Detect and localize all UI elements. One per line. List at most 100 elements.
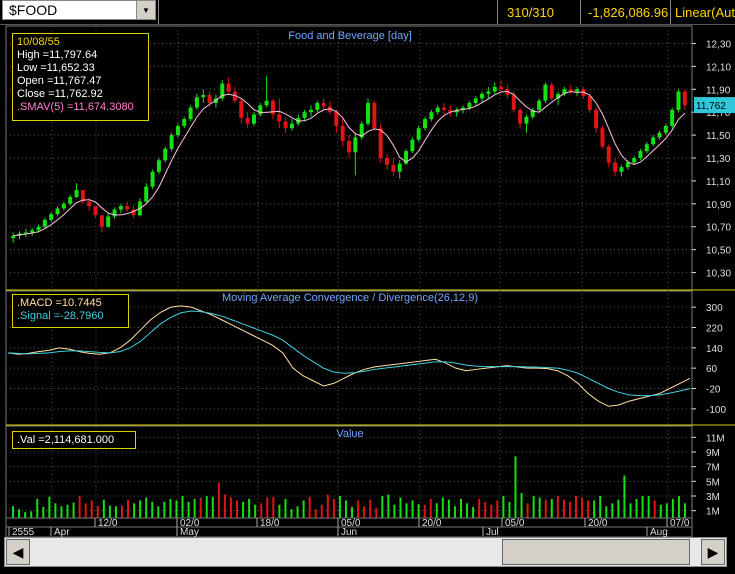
price-y-tick-label: 10,30 (706, 269, 731, 280)
horizontal-scrollbar[interactable]: ◀ ▶ (4, 537, 727, 567)
arrow-right-icon: ▶ (707, 543, 719, 560)
candle-body (467, 103, 472, 108)
value-y-tick-label: 11M (706, 433, 725, 444)
candle-body (423, 119, 428, 129)
candle-body (429, 112, 434, 120)
x-axis-label: 20/0 (422, 518, 442, 529)
candle-body (201, 95, 206, 98)
candle-body (182, 119, 187, 126)
candle-body (397, 163, 402, 172)
scrollbar-thumb[interactable] (502, 539, 690, 565)
candle-body (587, 96, 592, 110)
price-y-tick-label: 11,50 (706, 131, 731, 142)
x-axis-label: 18/0 (260, 518, 280, 529)
candle-body (524, 116, 529, 124)
candle-body (638, 151, 643, 158)
candle-body (42, 219, 47, 227)
candle-body (163, 148, 168, 161)
info-low: Low =11,652.33 (17, 62, 95, 74)
candle-body (537, 100, 542, 110)
price-y-tick-label: 11,10 (706, 177, 731, 188)
scroll-right-button[interactable]: ▶ (701, 539, 725, 565)
macd-y-tick-label: 220 (706, 324, 723, 335)
candle-body (549, 84, 554, 99)
candle-body (543, 84, 548, 101)
value-y-tick-label: 3M (706, 492, 720, 503)
info-close: Close =11,762.92 (17, 88, 103, 100)
info-date: 10/08/55 (17, 36, 60, 48)
macd-y-tick-label: -20 (706, 385, 721, 396)
value-y-tick-label: 9M (706, 448, 720, 459)
price-y-tick-label: 10,50 (706, 246, 731, 257)
macd-panel-title: Moving Average Convergence / Divergence(… (221, 292, 478, 304)
macd-y-tick-label: 140 (706, 344, 723, 355)
candle-body (575, 89, 580, 92)
info-open: Open =11,767.47 (17, 75, 102, 87)
candle-body (606, 146, 611, 163)
candle-body (150, 171, 155, 187)
candle-body (264, 100, 269, 106)
candle-body (492, 86, 497, 92)
candle-body (277, 114, 282, 122)
candle-body (499, 86, 504, 90)
info-macd: .MACD =10.7445 (17, 297, 102, 309)
macd-y-tick-label: 60 (706, 364, 718, 375)
price-y-tick-label: 11,30 (706, 154, 731, 165)
candle-body (36, 226, 41, 231)
candle-body (245, 117, 250, 124)
value-y-tick-label: 7M (706, 463, 720, 474)
candle-body (93, 206, 98, 216)
candle-body (378, 128, 383, 158)
candle-body (125, 206, 130, 210)
last-price-label: 11,762 (696, 101, 726, 112)
candle-body (289, 123, 294, 129)
candle-body (416, 128, 421, 140)
candle-body (308, 109, 313, 113)
candle-body (194, 97, 199, 108)
candle-body (353, 137, 358, 153)
candle-body (657, 132, 662, 138)
x-axis-label: 20/0 (588, 518, 608, 529)
candle-body (112, 209, 117, 217)
candle-body (632, 158, 637, 163)
candle-body (30, 230, 35, 233)
candle-body (188, 107, 193, 120)
candle-body (239, 100, 244, 118)
candle-body (321, 103, 326, 107)
candle-body (486, 91, 491, 94)
candle-body (270, 100, 275, 115)
candle-body (258, 105, 263, 115)
x-axis-label: 12/0 (98, 518, 118, 529)
candle-body (302, 112, 307, 118)
candle-body (11, 235, 16, 239)
macd-info-box: .MACD =10.7445 .Signal =-28.7960 (12, 294, 129, 328)
candle-body (207, 95, 212, 104)
candle-body (74, 190, 79, 197)
arrow-left-icon: ◀ (12, 543, 24, 560)
candle-body (99, 215, 104, 227)
candle-body (340, 125, 345, 141)
price-y-tick-label: 10,70 (706, 223, 731, 234)
candle-body (625, 162, 630, 168)
price-y-tick-label: 11,90 (706, 85, 731, 96)
candle-body (435, 107, 440, 113)
candle-body (144, 186, 149, 202)
candle-body (518, 109, 523, 124)
candle-body (68, 196, 73, 204)
candle-body (613, 162, 618, 172)
scroll-left-button[interactable]: ◀ (6, 539, 30, 565)
candle-body (366, 103, 371, 124)
candle-body (226, 83, 231, 92)
x-axis-label: 07/0 (670, 518, 690, 529)
price-info-box: 10/08/55 High =11,797.64 Low =11,652.33 … (12, 33, 149, 121)
candle-body (315, 103, 320, 110)
info-val: .Val =2,114,681.000 (17, 434, 115, 446)
price-y-tick-label: 12,10 (706, 62, 731, 73)
candle-body (156, 160, 161, 172)
candle-body (385, 158, 390, 165)
candle-body (169, 135, 174, 149)
candle-body (251, 114, 256, 124)
value-info-box: .Val =2,114,681.000 (12, 431, 136, 449)
candle-body (619, 167, 624, 172)
candle-body (55, 208, 60, 215)
